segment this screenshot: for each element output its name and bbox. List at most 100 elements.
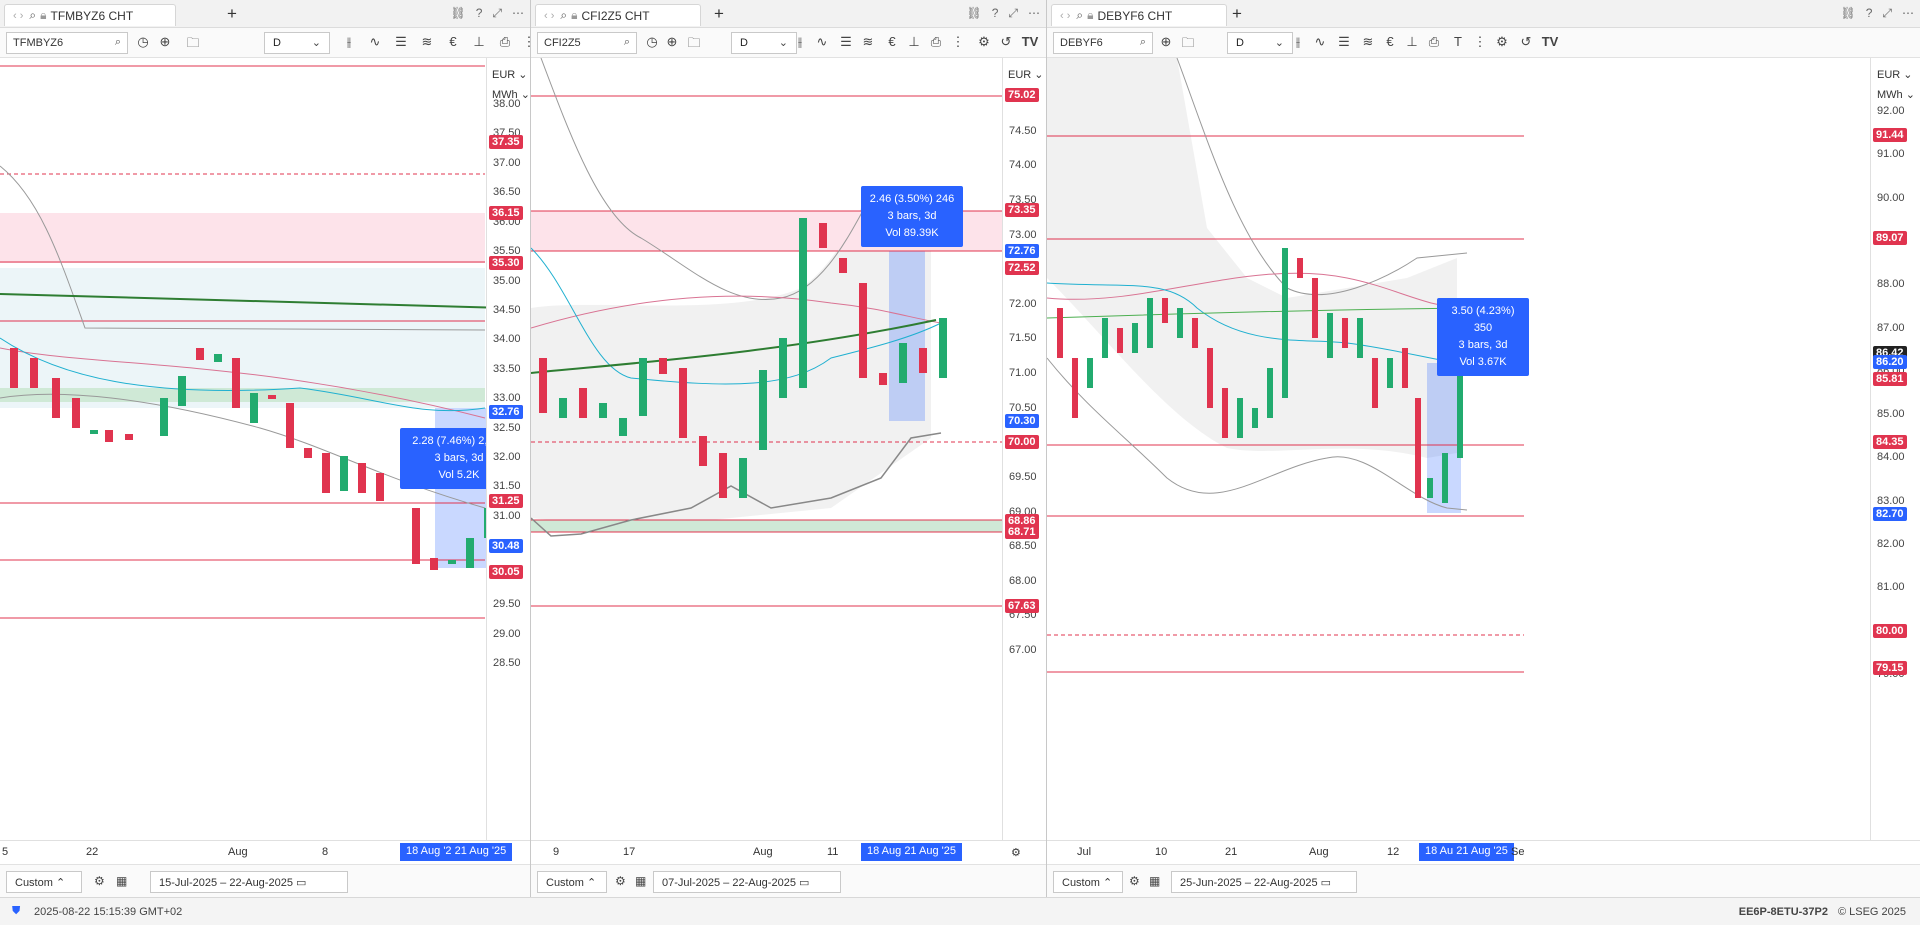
- text-icon[interactable]: T: [1449, 34, 1467, 49]
- indicator-icon[interactable]: ∿: [1311, 34, 1329, 50]
- date-range[interactable]: 15-Jul-2025 – 22-Aug-2025 ▭: [150, 871, 348, 893]
- link-icon[interactable]: ⛓: [966, 6, 981, 21]
- period-select[interactable]: D ⌄: [731, 32, 797, 54]
- bars-icon[interactable]: ☰: [1335, 34, 1353, 50]
- settings-icon[interactable]: ⚙: [1129, 874, 1140, 888]
- currency-label[interactable]: EUR ⌄: [1008, 68, 1044, 81]
- reset-icon[interactable]: ↺: [997, 34, 1015, 50]
- add-tab-icon[interactable]: +: [1227, 4, 1247, 24]
- chart-type-icon[interactable]: ⫲: [1289, 34, 1307, 50]
- y-axis-1[interactable]: EUR ⌄ MWh ⌄ 38.00 37.50 37.00 36.50 36.00 35.…: [486, 58, 530, 840]
- range-mode-select[interactable]: Custom ⌃: [6, 871, 82, 893]
- add-instrument-icon[interactable]: ⊕: [156, 34, 174, 50]
- draw-icon[interactable]: ⊥: [470, 34, 488, 50]
- search-icon[interactable]: ⌕: [1076, 8, 1083, 23]
- range-mode-select[interactable]: Custom ⌃: [537, 871, 607, 893]
- y-tick: 35.00: [493, 274, 521, 287]
- table-icon[interactable]: ▦: [116, 874, 127, 888]
- expand-icon[interactable]: ⤢: [1008, 6, 1018, 21]
- search-icon[interactable]: ⌕: [560, 8, 567, 23]
- chart-tab[interactable]: ‹ › ⌕ 🔒︎ TFMBYZ6 CHT: [4, 4, 176, 26]
- export-icon[interactable]: ⎙: [927, 34, 945, 50]
- help-icon[interactable]: ?: [1866, 6, 1873, 21]
- studies-icon[interactable]: ≋: [418, 34, 436, 50]
- chart-type-icon[interactable]: ⫲: [340, 34, 358, 50]
- folder-icon[interactable]: 🗀: [685, 34, 703, 56]
- nav-arrows-icon[interactable]: ‹ ›: [1060, 10, 1070, 22]
- add-tab-icon[interactable]: +: [709, 4, 729, 24]
- chart-type-icon[interactable]: ⫲: [791, 34, 809, 50]
- folder-icon[interactable]: 🗀: [184, 34, 202, 56]
- nav-arrows-icon[interactable]: ‹ ›: [13, 10, 23, 22]
- period-select[interactable]: D ⌄: [1227, 32, 1293, 54]
- settings-icon[interactable]: ⚙: [615, 874, 626, 888]
- unit-label[interactable]: MWh ⌄: [1877, 88, 1915, 101]
- ric-input[interactable]: TFMBYZ6 ⌕: [6, 32, 128, 54]
- ric-input[interactable]: DEBYF6 ⌕: [1053, 32, 1153, 54]
- folder-icon[interactable]: 🗀: [1179, 34, 1197, 56]
- table-icon[interactable]: ▦: [635, 874, 646, 888]
- expand-icon[interactable]: ⤢: [1882, 6, 1892, 21]
- y-tick: 32.50: [493, 421, 521, 434]
- date-range[interactable]: 07-Jul-2025 – 22-Aug-2025 ▭: [653, 871, 841, 893]
- settings-icon[interactable]: ⚙: [94, 874, 105, 888]
- indicator-icon[interactable]: ∿: [366, 34, 384, 50]
- chart-tab[interactable]: ‹ › ⌕ 🔒︎ CFI2Z5 CHT: [535, 4, 701, 26]
- search-icon[interactable]: ⌕: [115, 36, 121, 49]
- price-chart[interactable]: 2.28 (7.46%) 2,275 3 bars, 3d Vol 5.2K: [0, 58, 530, 840]
- settings-icon[interactable]: ⚙: [975, 34, 993, 50]
- bars-icon[interactable]: ☰: [837, 34, 855, 50]
- currency-icon[interactable]: €: [883, 34, 901, 49]
- y-axis-3[interactable]: EUR ⌄ MWh ⌄ 92.0091.0090.0089.0088.0087.…: [1870, 58, 1920, 840]
- history-icon[interactable]: ◷: [134, 34, 152, 50]
- help-icon[interactable]: ?: [992, 6, 999, 21]
- draw-icon[interactable]: ⊥: [905, 34, 923, 50]
- currency-icon[interactable]: €: [1381, 34, 1399, 49]
- nav-arrows-icon[interactable]: ‹ ›: [544, 10, 554, 22]
- y-axis-2[interactable]: EUR ⌄ 75.0074.5074.0073.5073.0072.5072.0…: [1002, 58, 1046, 840]
- link-icon[interactable]: ⛓: [450, 6, 465, 21]
- date-range[interactable]: 25-Jun-2025 – 22-Aug-2025 ▭: [1171, 871, 1357, 893]
- bars-icon[interactable]: ☰: [392, 34, 410, 50]
- reset-icon[interactable]: ↺: [1517, 34, 1535, 50]
- x-axis: 5 22 Aug 8 18 Aug '2 21 Aug '25 ⚙: [0, 840, 530, 864]
- y-tick: 28.50: [493, 657, 521, 669]
- search-icon[interactable]: ⌕: [624, 36, 630, 49]
- search-icon[interactable]: ⌕: [1140, 36, 1146, 49]
- add-instrument-icon[interactable]: ⊕: [1157, 34, 1175, 50]
- price-chart[interactable]: 2.46 (3.50%) 246 3 bars, 3d Vol 89.39K: [531, 58, 1046, 840]
- add-instrument-icon[interactable]: ⊕: [663, 34, 681, 50]
- more-icon[interactable]: ⋮: [520, 34, 531, 50]
- lock-icon: 🔒︎: [40, 8, 47, 22]
- period-select[interactable]: D ⌄: [264, 32, 330, 54]
- table-icon[interactable]: ▦: [1149, 874, 1160, 888]
- more-icon[interactable]: ⋮: [1471, 34, 1489, 50]
- help-icon[interactable]: ?: [476, 6, 483, 21]
- currency-icon[interactable]: €: [444, 34, 462, 49]
- expand-icon[interactable]: ⤢: [492, 6, 502, 21]
- settings-icon[interactable]: ⚙: [1493, 34, 1511, 50]
- more-icon[interactable]: ⋯: [1902, 6, 1914, 21]
- export-icon[interactable]: ⎙: [496, 34, 514, 50]
- history-icon[interactable]: ◷: [643, 34, 661, 50]
- studies-icon[interactable]: ≋: [859, 34, 877, 50]
- add-tab-icon[interactable]: +: [222, 4, 242, 24]
- price-chart[interactable]: 3.50 (4.23%) 350 3 bars, 3d Vol 3.67K: [1047, 58, 1920, 840]
- studies-icon[interactable]: ≋: [1359, 34, 1377, 50]
- settings-icon[interactable]: ⚙: [1011, 846, 1021, 859]
- draw-icon[interactable]: ⊥: [1403, 34, 1421, 50]
- more-icon[interactable]: ⋮: [949, 34, 967, 50]
- y-tick: 91.00: [1877, 148, 1905, 161]
- copyright: © LSEG 2025: [1837, 906, 1906, 918]
- range-mode-select[interactable]: Custom ⌃: [1053, 871, 1123, 893]
- ric-input[interactable]: CFI2Z5 ⌕: [537, 32, 637, 54]
- chart-tab[interactable]: ‹ › ⌕ 🔒︎ DEBYF6 CHT: [1051, 4, 1227, 26]
- export-icon[interactable]: ⎙: [1425, 34, 1443, 50]
- link-icon[interactable]: ⛓: [1840, 6, 1855, 21]
- search-icon[interactable]: ⌕: [29, 8, 36, 23]
- indicator-icon[interactable]: ∿: [813, 34, 831, 50]
- more-icon[interactable]: ⋯: [512, 6, 524, 21]
- currency-label[interactable]: EUR ⌄: [1877, 68, 1913, 81]
- more-icon[interactable]: ⋯: [1028, 6, 1040, 21]
- currency-label[interactable]: EUR ⌄: [492, 68, 528, 81]
